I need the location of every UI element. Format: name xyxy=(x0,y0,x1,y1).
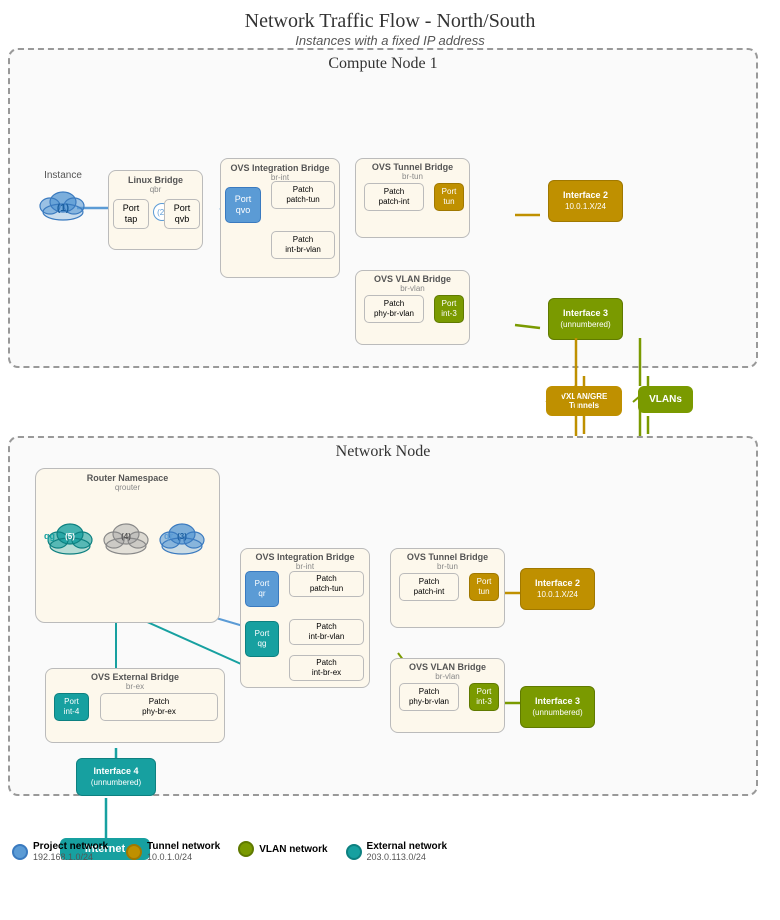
legend-vlan: VLAN network xyxy=(238,841,327,857)
ovs-ext-bridge-nn: OVS External Bridge br-ex Portint-4 Patc… xyxy=(45,668,225,743)
port-qg: Portqg xyxy=(245,621,279,657)
patch-int-nn: Patch patch-int xyxy=(399,573,459,601)
router-namespace-box: Router Namespace qrouter (5) qg xyxy=(35,468,220,623)
router-ns-label: Router Namespace xyxy=(36,469,219,483)
network-node-section: Network Node xyxy=(8,436,758,796)
port-tun-compute: Porttun xyxy=(434,183,464,211)
vlan-color-circle xyxy=(238,841,254,857)
page-title: Network Traffic Flow - North/South Insta… xyxy=(0,0,780,48)
compute-node-title: Compute Node 1 xyxy=(10,50,756,73)
middle-section: VXLAN/GRE Tunnels VLANs xyxy=(8,376,758,434)
port-qvo: Portqvo xyxy=(225,187,261,223)
port-tun-nn: Porttun xyxy=(469,573,499,601)
patch-int-compute: Patch patch-int xyxy=(364,183,424,211)
main-title: Network Traffic Flow - North/South xyxy=(0,10,780,33)
legend-external-label: External network xyxy=(367,841,448,852)
project-color-circle xyxy=(12,844,28,860)
patch-int-br-ex-nn: Patch int-br-ex xyxy=(289,655,364,681)
ovs-vlan-label-nn: OVS VLAN Bridge xyxy=(391,659,504,672)
network-node-title: Network Node xyxy=(10,438,756,461)
ovs-tun-bridge-nn: OVS Tunnel Bridge br-tun Patch patch-int… xyxy=(390,548,505,628)
ovs-int-label: OVS Integration Bridge xyxy=(221,159,339,173)
port-qvb: Port qvb xyxy=(164,199,200,229)
ovs-int-bridge-nn: OVS Integration Bridge br-int Portqr Pat… xyxy=(240,548,370,688)
subtitle: Instances with a fixed IP address xyxy=(0,33,780,48)
ovs-vlan-bridge-nn: OVS VLAN Bridge br-vlan Patch phy-br-vla… xyxy=(390,658,505,733)
ovs-tun-sub-nn: br-tun xyxy=(391,562,504,571)
port-int4: Portint-4 xyxy=(54,693,89,721)
svg-text:(5): (5) xyxy=(65,532,75,541)
svg-text:(1): (1) xyxy=(57,203,69,214)
external-color-circle xyxy=(346,844,362,860)
linux-bridge-sub: qbr xyxy=(109,185,202,194)
ovs-vlan-label: OVS VLAN Bridge xyxy=(356,271,469,284)
legend-project-label: Project network xyxy=(33,841,108,852)
ovs-int-sub-nn: br-int xyxy=(241,562,369,571)
ovs-tun-label: OVS Tunnel Bridge xyxy=(356,159,469,172)
legend-external: External network 203.0.113.0/24 xyxy=(346,841,448,862)
ovs-vlan-sub-nn: br-vlan xyxy=(391,672,504,681)
router-ns-sub: qrouter xyxy=(36,483,219,492)
interface2-nn: Interface 2 10.0.1.X/24 xyxy=(520,568,595,610)
ovs-int-label-nn: OVS Integration Bridge xyxy=(241,549,369,562)
vxlan-box: VXLAN/GRE Tunnels xyxy=(546,386,622,416)
patch-tun-compute: Patch patch-tun xyxy=(271,181,335,209)
patch-int-br-vlan-compute: Patch int-br-vlan xyxy=(271,231,335,259)
linux-bridge-box: Linux Bridge qbr Port tap (2) Port qvb xyxy=(108,170,203,250)
legend-tunnel: Tunnel network 10.0.1.0/24 xyxy=(126,841,220,862)
patch-int-br-vlan-nn: Patch int-br-vlan xyxy=(289,619,364,645)
ovs-tun-bridge-compute: OVS Tunnel Bridge br-tun Patch patch-int… xyxy=(355,158,470,238)
instance-cloud-icon: (1) xyxy=(38,184,88,222)
legend-vlan-label: VLAN network xyxy=(259,844,327,855)
legend-external-sub: 203.0.113.0/24 xyxy=(367,852,448,862)
instance-label: Instance xyxy=(28,170,98,181)
patch-phy-br-ex: Patch phy-br-ex xyxy=(100,693,218,721)
ovs-tun-label-nn: OVS Tunnel Bridge xyxy=(391,549,504,562)
port-int3-compute: Portint-3 xyxy=(434,295,464,323)
ovs-tun-sub: br-tun xyxy=(356,172,469,181)
patch-phy-br-vlan-nn: Patch phy-br-vlan xyxy=(399,683,459,711)
ovs-int-bridge-compute: OVS Integration Bridge br-int Portqvo Pa… xyxy=(220,158,340,278)
patch-tun-nn: Patch patch-tun xyxy=(289,571,364,597)
legend-tunnel-sub: 10.0.1.0/24 xyxy=(147,852,220,862)
interface4-nn: Interface 4 (unnumbered) xyxy=(76,758,156,796)
vlans-box: VLANs xyxy=(638,386,693,413)
tunnel-color-circle xyxy=(126,844,142,860)
ovs-ext-label: OVS External Bridge xyxy=(46,669,224,682)
port-int3-nn: Portint-3 xyxy=(469,683,499,711)
patch-phy-br-vlan-compute: Patch phy-br-vlan xyxy=(364,295,424,323)
ovs-vlan-bridge-compute: OVS VLAN Bridge br-vlan Patch phy-br-vla… xyxy=(355,270,470,345)
port-qr: Portqr xyxy=(245,571,279,607)
interface2-compute: Interface 2 10.0.1.X/24 xyxy=(548,180,623,222)
svg-text:(4): (4) xyxy=(121,532,131,541)
compute-node-section: Compute Node 1 Instance xyxy=(8,48,758,368)
legend-project: Project network 192.168.1.0/24 xyxy=(12,841,108,862)
legend-tunnel-label: Tunnel network xyxy=(147,841,220,852)
port-tap: Port tap xyxy=(113,199,149,229)
ovs-ext-sub: br-ex xyxy=(46,682,224,691)
svg-text:(3): (3) xyxy=(177,532,187,541)
linux-bridge-label: Linux Bridge xyxy=(109,171,202,185)
legend-project-sub: 192.168.1.0/24 xyxy=(33,852,108,862)
q4-cloud-icon: (4) xyxy=(100,514,152,556)
interface3-compute: Interface 3 (unnumbered) xyxy=(548,298,623,340)
legend: Project network 192.168.1.0/24 Tunnel ne… xyxy=(12,841,447,862)
ovs-vlan-sub: br-vlan xyxy=(356,284,469,293)
interface3-nn: Interface 3 (unnumbered) xyxy=(520,686,595,728)
instance-box: Instance (1) xyxy=(28,170,98,225)
